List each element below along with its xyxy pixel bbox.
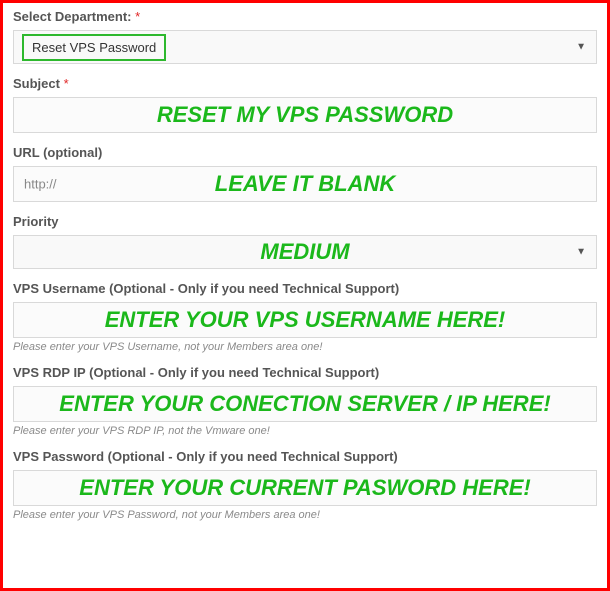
label-vps-password: VPS Password (Optional - Only if you nee…: [13, 449, 597, 464]
field-department: Select Department: * Reset VPS Password …: [13, 9, 597, 64]
vps-username-input[interactable]: ENTER YOUR VPS USERNAME HERE!: [13, 302, 597, 338]
label-vps-username: VPS Username (Optional - Only if you nee…: [13, 281, 597, 296]
vps-rdp-ip-input[interactable]: ENTER YOUR CONECTION SERVER / IP HERE!: [13, 386, 597, 422]
vps-password-overlay-annotation: ENTER YOUR CURRENT PASWORD HERE!: [79, 475, 530, 501]
priority-select[interactable]: MEDIUM ▼: [13, 235, 597, 269]
label-priority: Priority: [13, 214, 597, 229]
label-url: URL (optional): [13, 145, 597, 160]
url-placeholder: http://: [24, 177, 57, 192]
required-mark: *: [135, 9, 140, 24]
vps-rdp-ip-hint: Please enter your VPS RDP IP, not the Vm…: [13, 425, 597, 437]
department-selected-value: Reset VPS Password: [22, 34, 166, 61]
required-mark: *: [64, 76, 69, 91]
subject-input[interactable]: RESET MY VPS PASSWORD: [13, 97, 597, 133]
label-subject: Subject *: [13, 76, 597, 91]
field-url: URL (optional) http:// LEAVE IT BLANK: [13, 145, 597, 202]
field-subject: Subject * RESET MY VPS PASSWORD: [13, 76, 597, 133]
url-overlay-annotation: LEAVE IT BLANK: [215, 171, 395, 197]
chevron-down-icon: ▼: [576, 42, 586, 53]
label-department: Select Department: *: [13, 9, 597, 24]
form-container: Select Department: * Reset VPS Password …: [0, 0, 610, 591]
vps-username-overlay-annotation: ENTER YOUR VPS USERNAME HERE!: [105, 307, 506, 333]
label-department-text: Select Department:: [13, 9, 131, 24]
vps-password-hint: Please enter your VPS Password, not your…: [13, 509, 597, 521]
field-priority: Priority MEDIUM ▼: [13, 214, 597, 269]
vps-password-input[interactable]: ENTER YOUR CURRENT PASWORD HERE!: [13, 470, 597, 506]
field-vps-rdp-ip: VPS RDP IP (Optional - Only if you need …: [13, 365, 597, 437]
vps-username-hint: Please enter your VPS Username, not your…: [13, 341, 597, 353]
department-select[interactable]: Reset VPS Password ▼: [13, 30, 597, 64]
vps-rdp-ip-overlay-annotation: ENTER YOUR CONECTION SERVER / IP HERE!: [59, 391, 550, 417]
field-vps-username: VPS Username (Optional - Only if you nee…: [13, 281, 597, 353]
url-input[interactable]: http:// LEAVE IT BLANK: [13, 166, 597, 202]
subject-overlay-annotation: RESET MY VPS PASSWORD: [157, 102, 453, 128]
label-vps-rdp-ip: VPS RDP IP (Optional - Only if you need …: [13, 365, 597, 380]
field-vps-password: VPS Password (Optional - Only if you nee…: [13, 449, 597, 521]
priority-overlay-annotation: MEDIUM: [260, 239, 349, 265]
chevron-down-icon: ▼: [576, 247, 586, 258]
label-subject-text: Subject: [13, 76, 60, 91]
